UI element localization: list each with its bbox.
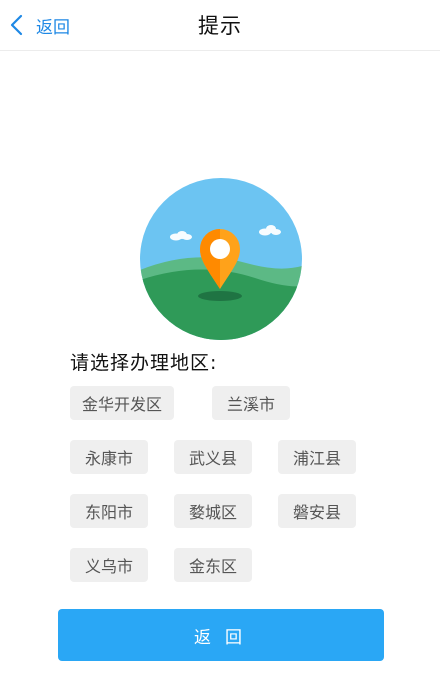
- region-row: 东阳市 婺城区 磐安县: [70, 494, 390, 528]
- navigation-bar: 返回 提示: [0, 0, 440, 51]
- region-chip[interactable]: 兰溪市: [212, 386, 290, 420]
- map-location-pin-illustration: [140, 178, 302, 340]
- region-chip[interactable]: 磐安县: [278, 494, 356, 528]
- region-prompt: 请选择办理地区:: [70, 352, 218, 374]
- region-chip-list: 金华开发区 兰溪市 永康市 武义县 浦江县 东阳市 婺城区 磐安县 义乌市 金东…: [70, 386, 390, 602]
- page-title: 提示: [198, 14, 242, 38]
- region-row: 义乌市 金东区: [70, 548, 390, 582]
- region-chip[interactable]: 金华开发区: [70, 386, 174, 420]
- region-row: 永康市 武义县 浦江县: [70, 440, 390, 474]
- region-chip[interactable]: 义乌市: [70, 548, 148, 582]
- region-chip[interactable]: 婺城区: [174, 494, 252, 528]
- region-chip[interactable]: 武义县: [174, 440, 252, 474]
- region-chip[interactable]: 永康市: [70, 440, 148, 474]
- return-button[interactable]: 返回: [58, 609, 384, 661]
- region-chip[interactable]: 金东区: [174, 548, 252, 582]
- region-row: 金华开发区 兰溪市: [70, 386, 390, 420]
- region-chip[interactable]: 浦江县: [278, 440, 356, 474]
- region-chip[interactable]: 东阳市: [70, 494, 148, 528]
